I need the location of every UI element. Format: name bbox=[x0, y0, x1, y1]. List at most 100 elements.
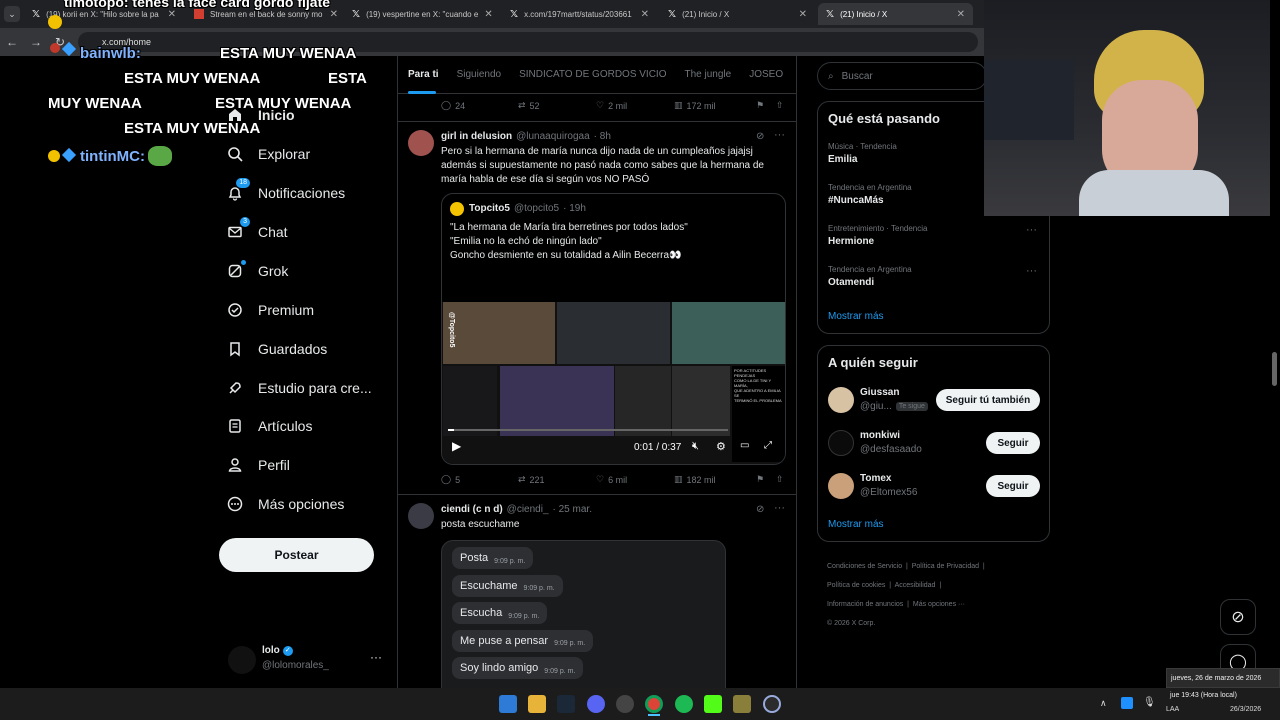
app-icon[interactable] bbox=[763, 695, 781, 713]
share-icon[interactable]: ⇧ bbox=[776, 474, 784, 485]
search-input[interactable]: ⌕ Buscar bbox=[817, 62, 987, 90]
play-icon[interactable]: ▶ bbox=[452, 439, 461, 453]
kick-icon[interactable] bbox=[704, 695, 722, 713]
nav-item-mas-opciones[interactable]: Más opciones bbox=[226, 489, 344, 519]
reply-button[interactable]: ◯ 5 bbox=[441, 474, 518, 485]
tab-joseo[interactable]: JOSEO bbox=[749, 69, 783, 80]
close-icon[interactable]: ✕ bbox=[957, 9, 965, 20]
clock-time[interactable]: jue 19:43 (Hora local) bbox=[1170, 692, 1237, 699]
account-avatar[interactable] bbox=[228, 646, 256, 674]
nav-item-inicio[interactable]: Inicio bbox=[226, 100, 295, 130]
bookmark-icon[interactable]: ⚑ bbox=[756, 100, 776, 111]
views-button[interactable]: ▥ 172 mil bbox=[674, 100, 756, 111]
bookmark-icon[interactable]: ⚑ bbox=[756, 474, 776, 485]
close-icon[interactable]: ✕ bbox=[641, 9, 649, 20]
tab-search-chevron-icon[interactable]: ⌄ bbox=[4, 6, 20, 22]
grok-floating-icon[interactable]: ⊘ bbox=[1220, 599, 1256, 635]
follow-button[interactable]: Seguir bbox=[986, 432, 1040, 454]
avatar[interactable] bbox=[828, 430, 854, 456]
follow-name[interactable]: monkiwi bbox=[860, 430, 900, 441]
scrollbar-thumb[interactable] bbox=[1272, 352, 1277, 386]
browser-tab[interactable]: 𝕏 (21) Inicio / X ✕ bbox=[660, 3, 815, 25]
windows-start-icon[interactable] bbox=[499, 695, 517, 713]
discord-icon[interactable] bbox=[587, 695, 605, 713]
nav-item-perfil[interactable]: Perfil bbox=[226, 450, 290, 480]
spotify-icon[interactable] bbox=[675, 695, 693, 713]
follow-show-more[interactable]: Mostrar más bbox=[828, 519, 884, 530]
forward-arrow-icon[interactable]: → bbox=[24, 35, 48, 49]
follow-button[interactable]: Seguir bbox=[986, 475, 1040, 497]
file-explorer-icon[interactable] bbox=[528, 695, 546, 713]
chrome-icon[interactable] bbox=[645, 695, 663, 713]
mute-icon[interactable]: 🔇︎ bbox=[692, 440, 699, 453]
reply-button[interactable]: ◯ 24 bbox=[441, 100, 518, 111]
follow-name[interactable]: Tomex bbox=[860, 473, 892, 484]
nav-item-explorar[interactable]: Explorar bbox=[226, 139, 310, 169]
like-button[interactable]: ♡ 6 mil bbox=[596, 474, 674, 485]
tab-para-ti[interactable]: Para ti bbox=[408, 69, 439, 80]
tweet-author-name[interactable]: ciendi (c n d) bbox=[441, 504, 503, 515]
tweet-more-icon[interactable]: ··· bbox=[774, 502, 785, 514]
clock-date[interactable]: 26/3/2026 bbox=[1230, 706, 1261, 713]
like-button[interactable]: ♡ 2 mil bbox=[596, 100, 674, 111]
grok-explain-icon[interactable]: ⊘ bbox=[756, 131, 764, 142]
trend-item[interactable]: Tendencia en Argentina #NuncaMás bbox=[828, 183, 912, 206]
repost-button[interactable]: ⇄ 52 bbox=[518, 100, 596, 111]
account-more-icon[interactable]: ··· bbox=[370, 650, 382, 664]
trend-item[interactable]: Entretenimiento · Tendencia Hermione bbox=[828, 224, 927, 247]
close-icon[interactable]: ✕ bbox=[168, 9, 176, 20]
pip-icon[interactable]: ▭ bbox=[740, 440, 749, 451]
grok-explain-icon[interactable]: ⊘ bbox=[756, 504, 764, 515]
settings-gear-icon[interactable]: ⚙ bbox=[716, 440, 726, 453]
follow-name[interactable]: Giussan bbox=[860, 387, 899, 398]
views-button[interactable]: ▥ 182 mil bbox=[674, 474, 756, 485]
repost-button[interactable]: ⇄ 221 bbox=[518, 474, 596, 485]
tab-siguiendo[interactable]: Siguiendo bbox=[457, 69, 501, 80]
browser-tab-active[interactable]: 𝕏 (21) Inicio / X ✕ bbox=[818, 3, 973, 25]
tray-chevron-icon[interactable]: ∧ bbox=[1100, 698, 1107, 709]
avatar[interactable] bbox=[828, 473, 854, 499]
video-player[interactable]: POR ACTITUDES PENDEJAS COMO LA DE TINI Y… bbox=[442, 302, 785, 464]
close-icon[interactable]: ✕ bbox=[799, 9, 807, 20]
nav-item-chat[interactable]: 3 Chat bbox=[226, 217, 288, 247]
post-button[interactable]: Postear bbox=[219, 538, 374, 572]
share-icon[interactable]: ⇧ bbox=[776, 100, 784, 111]
nav-item-premium[interactable]: Premium bbox=[226, 295, 314, 325]
nav-item-grok[interactable]: Grok bbox=[226, 256, 288, 286]
trend-more-icon[interactable]: ··· bbox=[1026, 265, 1037, 277]
obs-icon[interactable] bbox=[616, 695, 634, 713]
tray-app-icon[interactable] bbox=[1121, 697, 1133, 709]
tweet-time[interactable]: · 25 mar. bbox=[553, 504, 592, 515]
nav-item-guardados[interactable]: Guardados bbox=[226, 334, 327, 364]
tab-sindicato[interactable]: SINDICATO DE GORDOS VICIO bbox=[519, 69, 666, 80]
trends-show-more[interactable]: Mostrar más bbox=[828, 311, 884, 322]
tab-the-jungle[interactable]: The jungle bbox=[685, 69, 732, 80]
video-progress-track[interactable] bbox=[448, 429, 728, 431]
browser-tab[interactable]: 𝕏 (19) vespertine en X: "cuando e ✕ bbox=[344, 3, 499, 25]
nav-item-notificaciones[interactable]: 18 Notificaciones bbox=[226, 178, 345, 208]
steam-icon[interactable] bbox=[557, 695, 575, 713]
close-icon[interactable]: ✕ bbox=[484, 9, 492, 20]
fullscreen-icon[interactable]: ⤢ bbox=[764, 440, 772, 451]
trend-more-icon[interactable]: ··· bbox=[1026, 224, 1037, 236]
account-name-row[interactable]: lolo ✓ bbox=[262, 645, 293, 656]
browser-tab[interactable]: 𝕏x.com/197martt/status/203661 ✕ bbox=[502, 3, 657, 25]
follow-back-button[interactable]: Seguir tú también bbox=[936, 389, 1040, 411]
close-icon[interactable]: ✕ bbox=[330, 9, 338, 20]
avatar[interactable] bbox=[408, 503, 434, 529]
back-arrow-icon[interactable]: ← bbox=[0, 35, 24, 49]
trend-item[interactable]: Tendencia en Argentina Otamendi bbox=[828, 265, 912, 288]
tweet-author-handle[interactable]: @ciendi_ bbox=[507, 504, 549, 515]
avatar[interactable] bbox=[408, 130, 434, 156]
nav-item-estudio[interactable]: Estudio para cre... bbox=[226, 373, 372, 403]
microphone-icon[interactable]: 🎙︎ bbox=[1143, 697, 1156, 708]
trend-item[interactable]: Música · Tendencia Emilia bbox=[828, 142, 897, 165]
url-field[interactable]: x.com/home bbox=[78, 32, 978, 52]
tweet-author-handle[interactable]: @lunaaquirogaa bbox=[516, 131, 590, 142]
keyboard-layout[interactable]: LAA bbox=[1166, 706, 1179, 713]
tweet-image-chat-screenshot[interactable]: Posta 9:09 p. m. Escuchame 9:09 p. m. Escuch… bbox=[441, 540, 726, 688]
quote-tweet[interactable]: Topcito5 @topcito5 · 19h "La hermana de … bbox=[441, 193, 786, 465]
tweet-time[interactable]: · 8h bbox=[594, 131, 611, 142]
avatar[interactable] bbox=[828, 387, 854, 413]
tweet-more-icon[interactable]: ··· bbox=[774, 129, 785, 141]
